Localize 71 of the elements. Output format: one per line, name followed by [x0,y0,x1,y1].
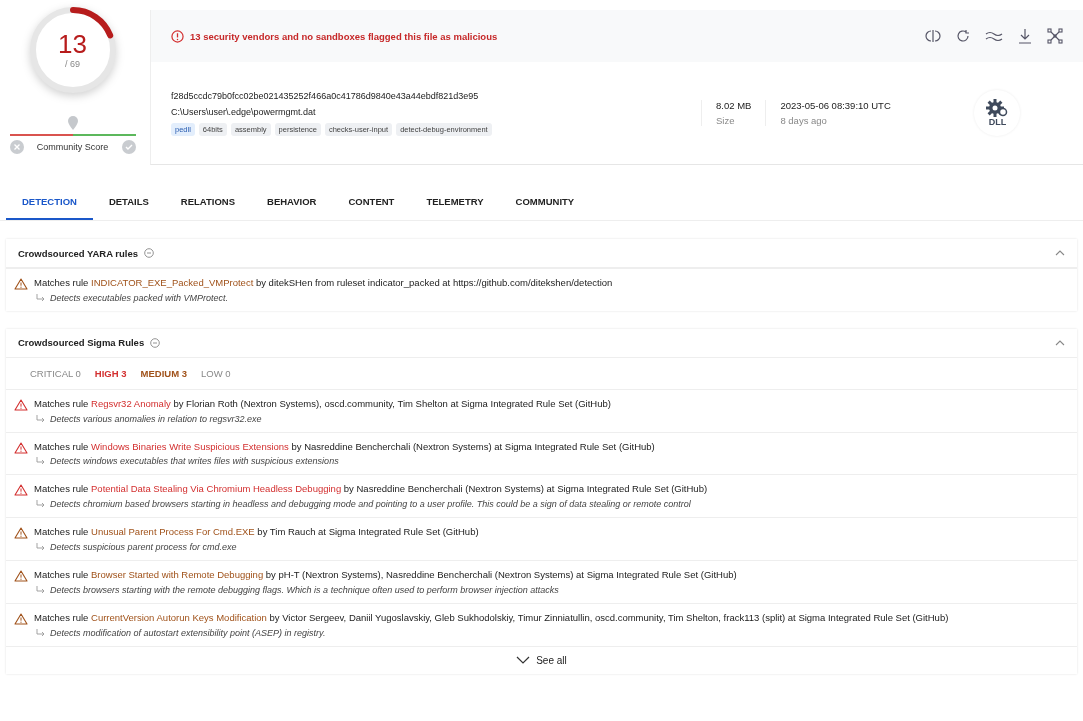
rule-match-text: Matches rule Regsvr32 Anomaly by Florian Roth (Nextron Systems), oscd.community, Tim Shelton at Sigma Integrated Rule Set (GitHub) [34,397,611,411]
section-title: Crowdsourced YARA rules [18,247,139,259]
rule-match-text: Matches rule CurrentVersion Autorun Keys Modification by Victor Sergeev, Daniil Yugoslavskiy, Gleb Sukhodolskiy, Timur Zinniatullin, oscd.community, Tim Shelton, frack113 (split) at Sigma Integrated Rule Set (GitHub) [34,611,949,625]
sub-arrow-icon [36,500,45,509]
rule-link[interactable]: CurrentVersion Autorun Keys Modification [91,611,267,623]
warning-icon [14,570,28,583]
rule-link[interactable]: Browser Started with Remote Debugging [91,569,264,581]
sub-arrow-icon [36,293,45,302]
rule-description: Detects suspicious parent process for cmd.exe [50,542,237,553]
file-path: C:\Users\user\.edge\powermgmt.dat [171,106,317,117]
alert-icon [171,29,184,43]
nav-tab[interactable]: COMMUNITY [499,185,591,220]
location-pin-icon [67,116,78,130]
nav-tab[interactable]: RELATIONS [164,185,251,220]
sub-arrow-icon [36,543,45,552]
chevron-down-icon [516,656,531,665]
detection-count: 13 [58,31,87,57]
engine-total: / 69 [65,59,80,69]
sub-arrow-icon [36,457,45,466]
file-type-badge: DLL [974,90,1021,136]
rule-description: Detects chromium based browsers starting in headless and debugging mode and pointing to a user profile. This could be a sign of data stealing or remote control [50,499,691,510]
community-score-label: Community Score [36,142,109,152]
analysis-date: 2023-05-06 08:39:10 UTC [780,100,892,111]
severity-filter[interactable]: HIGH 3 [94,367,127,379]
collapse-icon[interactable] [1055,250,1065,256]
warning-icon [14,612,28,625]
rule-match-text: Matches rule Browser Started with Remote Debugging by pH-T (Nextron Systems), Nasreddine Bencherchali (Nextron Systems) at Sigma Integrated Rule Set (GitHub) [34,569,737,582]
rule-match-text: Matches rule Potential Data Stealing Via Chromium Headless Debugging by Nasreddine Bencherchali (Nextron Systems) at Sigma Integrated Rule Set (GitHub) [34,483,708,497]
severity-filter[interactable]: LOW 0 [201,367,231,379]
compare-icon[interactable] [925,28,941,44]
severity-filter[interactable]: MEDIUM 3 [140,367,187,379]
rule-description: Detects executables packed with VMProtect. [50,292,229,303]
rule-match-text: Matches rule INDICATOR_EXE_Packed_VMProtect by ditekSHen from ruleset indicator_packed at https://github.com/ditekshen/detection [34,277,613,290]
nav-tab[interactable]: DETECTION [6,185,93,220]
section-title: Crowdsourced Sigma Rules [18,337,145,349]
relative-date: 8 days ago [780,115,828,126]
graph-icon[interactable] [1047,28,1063,44]
file-hash: f28d5ccdc79b0fcc02be021435252f466a0c41786d9840e43a44ebdf821d3e95 [171,90,480,101]
rule-description: Detects various anomalies in relation to regsvr32.exe [50,413,262,424]
rule-match-text: Matches rule Windows Binaries Write Suspicious Extensions by Nasreddine Bencherchali (Nextron Systems) at Sigma Integrated Rule Set (GitHub) [34,440,655,454]
rule-description: Detects modification of autostart extensibility point (ASEP) in registry. [50,627,326,638]
check-circle-icon [121,140,136,154]
size-label: Size [716,115,736,126]
file-size: 8.02 MB [716,100,752,111]
nav-tab[interactable]: TELEMETRY [410,185,500,220]
alert-message-text: 13 security vendors and no sandboxes flagged this file as malicious [190,30,498,42]
rule-description: Detects windows executables that writes files with suspicious extensions [50,456,339,467]
rule-link[interactable]: Windows Binaries Write Suspicious Extensions [91,440,289,452]
rule-description: Detects browsers starting with the remote debugging flags. Which is a technique often used to perform browser injection attacks [50,584,559,595]
see-all-button[interactable]: See all [6,645,1077,674]
rule-link[interactable]: Unusual Parent Process For Cmd.EXE [91,526,255,538]
rule-match-text: Matches rule Unusual Parent Process For Cmd.EXE by Tim Rauch at Sigma Integrated Rule Set (GitHub) [34,526,479,540]
sub-arrow-icon [36,414,45,423]
severity-filter[interactable]: CRITICAL 0 [30,367,81,379]
warning-icon [14,441,28,454]
rule-link[interactable]: INDICATOR_EXE_Packed_VMProtect [91,277,254,288]
sub-arrow-icon [36,628,45,637]
nav-tab[interactable]: CONTENT [332,185,411,220]
warning-icon [14,527,28,540]
warning-icon [14,484,28,497]
warning-icon [14,278,28,290]
sub-arrow-icon [36,585,45,594]
close-circle-icon [9,140,24,154]
download-icon[interactable] [1017,28,1033,44]
collapse-icon[interactable] [1055,339,1065,346]
rule-link[interactable]: Regsvr32 Anomaly [91,397,171,409]
reanalyze-icon[interactable] [955,28,971,44]
nav-tab[interactable]: DETAILS [92,185,165,220]
nav-tab[interactable]: BEHAVIOR [251,185,333,220]
rule-link[interactable]: Potential Data Stealing Via Chromium Headless Debugging [91,483,342,495]
warning-icon [14,398,28,411]
